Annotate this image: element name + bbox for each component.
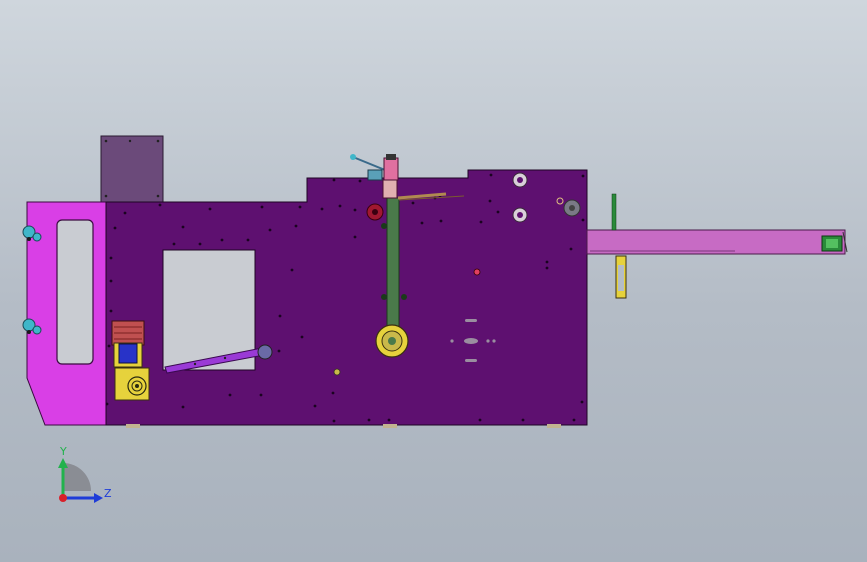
arm-pivot-upper [381,223,387,229]
support-post-upper [611,193,617,231]
triad-z-label: Z [104,487,112,500]
triad-y-label: Y [59,445,67,458]
conveyor-arm[interactable] [586,193,848,299]
idler-gear-top[interactable] [512,172,528,188]
left-side-plate[interactable] [22,201,107,426]
drive-motor[interactable] [111,320,145,368]
arm-pivot-mid [381,294,387,300]
slide-pivot[interactable] [257,344,273,360]
hopper[interactable] [100,135,164,203]
indicator-light [473,268,481,276]
cad-viewport[interactable]: Y Z [0,0,867,562]
main-frame[interactable] [105,169,588,428]
center-bolt [333,368,341,376]
idler-gear-bottom[interactable] [512,207,528,223]
arm-pivot-mid-2 [401,294,407,300]
orientation-triad: Y Z [58,445,112,503]
gearbox[interactable] [114,367,150,401]
